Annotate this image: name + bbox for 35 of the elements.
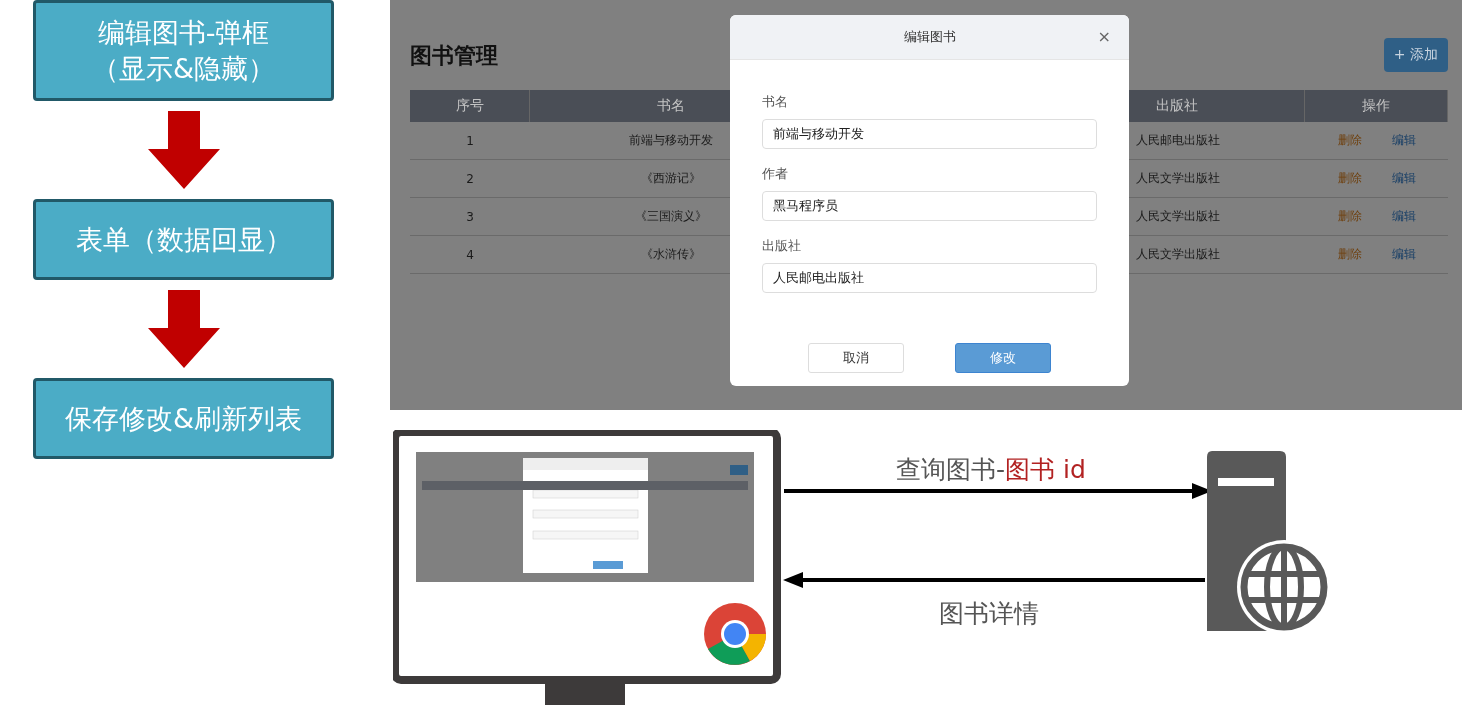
close-icon[interactable]: ×: [1097, 27, 1111, 46]
table-cell: 4: [410, 236, 530, 274]
edit-link[interactable]: 编辑: [1391, 132, 1416, 149]
input-field[interactable]: 人民邮电出版社: [762, 263, 1097, 293]
step-text: 保存修改&刷新列表: [64, 401, 303, 436]
input-field[interactable]: 前端与移动开发: [762, 119, 1097, 149]
response-label: 图书详情: [939, 598, 1039, 630]
input-field[interactable]: 黑马程序员: [762, 191, 1097, 221]
delete-link[interactable]: 删除: [1337, 132, 1362, 149]
delete-link[interactable]: 删除: [1337, 170, 1362, 187]
step-text: 表单（数据回显）: [75, 222, 292, 257]
delete-link[interactable]: 删除: [1337, 246, 1362, 263]
dialog-title: 编辑图书: [903, 28, 956, 46]
table-header: 序号: [410, 90, 530, 122]
down-arrow-icon: [147, 111, 220, 189]
field-label: 出版社: [762, 237, 802, 255]
edit-link[interactable]: 编辑: [1391, 170, 1416, 187]
table-header: 操作: [1305, 90, 1448, 122]
down-arrow-icon: [147, 290, 220, 368]
edit-link[interactable]: 编辑: [1391, 208, 1416, 225]
confirm-button[interactable]: 修改: [955, 343, 1051, 373]
chrome-icon: [703, 602, 767, 666]
cancel-button[interactable]: 取消: [808, 343, 904, 373]
field-label: 书名: [762, 93, 789, 111]
page-title: 图书管理: [410, 42, 498, 70]
delete-link[interactable]: 删除: [1337, 208, 1362, 225]
edit-link[interactable]: 编辑: [1391, 246, 1416, 263]
table-cell: 3: [410, 198, 530, 236]
table-cell: 1: [410, 122, 530, 160]
add-button[interactable]: + 添加: [1383, 38, 1448, 72]
table-cell: 2: [410, 160, 530, 198]
step-text: 编辑图书-弹框: [97, 15, 270, 50]
request-label: 查询图书-图书 id: [896, 454, 1086, 486]
step-text: （显示&隐藏）: [91, 51, 276, 86]
field-label: 作者: [762, 165, 789, 183]
